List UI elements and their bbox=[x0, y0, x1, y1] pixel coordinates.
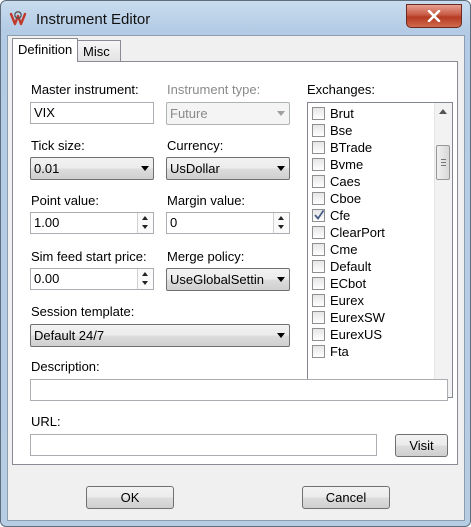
stepper-buttons[interactable] bbox=[137, 213, 153, 233]
instrument-type-value: Future bbox=[170, 106, 208, 121]
chevron-down-icon bbox=[277, 111, 285, 116]
grip-line bbox=[441, 162, 446, 163]
sim-feed-start-price-value: 0.00 bbox=[34, 271, 60, 286]
exchange-name: Cfe bbox=[330, 208, 351, 223]
merge-policy-label: Merge policy: bbox=[167, 249, 245, 264]
exchange-checkbox[interactable] bbox=[312, 243, 325, 256]
stepper-down-icon[interactable] bbox=[142, 281, 148, 285]
margin-value-value: 0 bbox=[170, 215, 178, 230]
stepper-up-icon[interactable] bbox=[142, 216, 148, 220]
close-button[interactable] bbox=[406, 4, 462, 28]
url-field[interactable] bbox=[30, 434, 377, 456]
currency-select[interactable]: UsDollar bbox=[166, 157, 290, 180]
exchange-checkbox[interactable] bbox=[312, 277, 325, 290]
instrument-type-select: Future bbox=[166, 102, 290, 125]
app-logo-icon bbox=[9, 11, 27, 26]
session-template-value: Default 24/7 bbox=[34, 328, 105, 343]
instrument-type-label: Instrument type: bbox=[167, 82, 261, 97]
exchange-name: BTrade bbox=[330, 140, 373, 155]
exchange-name: EurexSW bbox=[330, 310, 385, 325]
chevron-down-icon bbox=[277, 277, 285, 282]
tick-size-value: 0.01 bbox=[34, 161, 60, 176]
exchange-checkbox[interactable] bbox=[312, 192, 325, 205]
exchange-checkbox[interactable] bbox=[312, 226, 325, 239]
currency-label: Currency: bbox=[167, 138, 224, 153]
tick-size-label: Tick size: bbox=[31, 138, 85, 153]
description-label: Description: bbox=[31, 359, 100, 374]
chevron-down-icon bbox=[277, 333, 285, 338]
master-instrument-field[interactable]: VIX bbox=[30, 102, 154, 124]
exchange-checkbox[interactable] bbox=[312, 294, 325, 307]
ok-button[interactable]: OK bbox=[86, 486, 174, 509]
merge-policy-select[interactable]: UseGlobalSettin bbox=[166, 268, 290, 291]
exchange-checkbox[interactable] bbox=[312, 345, 325, 358]
grip-line bbox=[441, 159, 446, 160]
chevron-down-icon bbox=[277, 166, 285, 171]
exchange-checkbox[interactable] bbox=[312, 124, 325, 137]
exchange-checkbox[interactable] bbox=[312, 209, 325, 222]
exchange-name: Eurex bbox=[330, 293, 364, 308]
sim-feed-start-price-stepper[interactable]: 0.00 bbox=[30, 268, 154, 290]
tab-misc[interactable]: Misc bbox=[77, 40, 121, 61]
point-value-stepper[interactable]: 1.00 bbox=[30, 212, 154, 234]
merge-policy-value: UseGlobalSettin bbox=[170, 272, 264, 287]
exchange-name: Brut bbox=[330, 106, 354, 121]
stepper-buttons[interactable] bbox=[273, 213, 289, 233]
exchange-checkbox[interactable] bbox=[312, 158, 325, 171]
point-value-label: Point value: bbox=[31, 193, 99, 208]
check-icon bbox=[314, 209, 325, 220]
tab-definition[interactable]: Definition bbox=[12, 38, 78, 62]
exchange-name: Cboe bbox=[330, 191, 362, 206]
exchanges-scrollbar[interactable] bbox=[434, 103, 452, 397]
dialog-client-area: Definition Misc Master instrument: VIX I… bbox=[7, 35, 465, 521]
margin-value-stepper[interactable]: 0 bbox=[166, 212, 290, 234]
stepper-up-icon[interactable] bbox=[142, 272, 148, 276]
master-instrument-label: Master instrument: bbox=[31, 82, 139, 97]
exchange-checkbox[interactable] bbox=[312, 175, 325, 188]
session-template-label: Session template: bbox=[31, 304, 135, 319]
scroll-up-icon[interactable] bbox=[439, 109, 447, 114]
exchanges-label: Exchanges: bbox=[307, 82, 375, 97]
exchange-name: EurexUS bbox=[330, 327, 383, 342]
exchange-name: ECbot bbox=[330, 276, 367, 291]
cancel-button[interactable]: Cancel bbox=[302, 486, 390, 509]
definition-panel: Master instrument: VIX Instrument type: … bbox=[12, 61, 458, 465]
stepper-up-icon[interactable] bbox=[278, 216, 284, 220]
grip-line bbox=[441, 165, 446, 166]
title-bar[interactable]: Instrument Editor bbox=[1, 1, 470, 35]
exchange-checkbox[interactable] bbox=[312, 141, 325, 154]
stepper-buttons[interactable] bbox=[137, 269, 153, 289]
sim-feed-start-price-label: Sim feed start price: bbox=[31, 249, 147, 264]
stepper-down-icon[interactable] bbox=[142, 225, 148, 229]
exchange-name: Bse bbox=[330, 123, 353, 138]
exchange-name: Caes bbox=[330, 174, 361, 189]
exchange-name: Fta bbox=[330, 344, 349, 359]
session-template-select[interactable]: Default 24/7 bbox=[30, 324, 290, 347]
exchange-checkbox[interactable] bbox=[312, 260, 325, 273]
point-value-value: 1.00 bbox=[34, 215, 60, 230]
instrument-editor-window: Instrument Editor Definition Misc Master… bbox=[0, 0, 471, 527]
exchange-name: Default bbox=[330, 259, 372, 274]
exchange-checkbox[interactable] bbox=[312, 328, 325, 341]
scroll-thumb[interactable] bbox=[436, 145, 450, 180]
exchange-name: ClearPort bbox=[330, 225, 385, 240]
exchanges-list[interactable]: Brut Bse BTrade Bvme Caes Cboe Cfe ClearPort Cme… bbox=[307, 102, 453, 398]
currency-value: UsDollar bbox=[170, 161, 220, 176]
window-title: Instrument Editor bbox=[36, 11, 151, 28]
chevron-down-icon bbox=[141, 166, 149, 171]
tab-label: Misc bbox=[83, 44, 110, 59]
exchange-checkbox[interactable] bbox=[312, 311, 325, 324]
exchange-name: Cme bbox=[330, 242, 358, 257]
margin-value-label: Margin value: bbox=[167, 193, 246, 208]
exchange-checkbox[interactable] bbox=[312, 107, 325, 120]
stepper-down-icon[interactable] bbox=[278, 225, 284, 229]
tab-label: Definition bbox=[18, 42, 73, 57]
description-field[interactable] bbox=[30, 379, 448, 401]
exchange-name: Bvme bbox=[330, 157, 364, 172]
tick-size-select[interactable]: 0.01 bbox=[30, 157, 154, 180]
visit-button[interactable]: Visit bbox=[395, 434, 448, 457]
close-icon bbox=[427, 10, 441, 22]
url-label: URL: bbox=[31, 414, 61, 429]
